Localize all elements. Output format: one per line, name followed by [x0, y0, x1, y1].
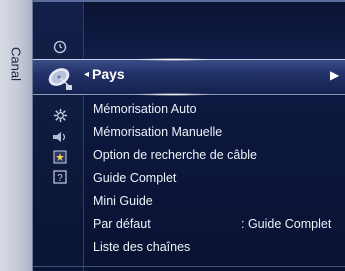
menu-item-selected[interactable]: [33, 58, 345, 96]
menu-item-value: : Guide Complet: [241, 217, 332, 231]
menu-item-label: Guide Complet: [93, 171, 177, 185]
speaker-icon[interactable]: [51, 128, 69, 146]
menu-item[interactable]: Par défaut : Guide Complet: [93, 213, 343, 235]
menu-item-label: Liste des chaînes: [93, 240, 191, 254]
menu-item[interactable]: Guide Complet: [93, 167, 176, 189]
highlight-glow: [133, 58, 213, 61]
menu-item[interactable]: Mémorisation Auto: [93, 98, 197, 120]
gear-icon[interactable]: [51, 106, 69, 124]
clock-icon[interactable]: [51, 38, 69, 56]
menu-item[interactable]: Option de recherche de câble: [93, 144, 257, 166]
help-icon[interactable]: ?: [51, 168, 69, 186]
menu-item-label: Par défaut: [93, 217, 151, 231]
category-tab-label: Canal: [8, 47, 24, 81]
icon-column: ?: [33, 0, 84, 271]
bottom-divider: [33, 266, 345, 267]
top-divider: [33, 0, 345, 2]
picture-icon[interactable]: [51, 148, 69, 166]
menu-list: Mémorisation Auto Mémorisation Manuelle …: [84, 96, 345, 271]
menu-item-label: Option de recherche de câble: [93, 148, 257, 162]
satellite-dish-icon: [44, 61, 76, 93]
menu-item-label: Mini Guide: [93, 194, 153, 208]
menu-item[interactable]: Mini Guide: [93, 190, 153, 212]
left-arrow-icon: ◂: [84, 69, 90, 80]
svg-text:?: ?: [57, 173, 63, 184]
tv-menu-screen: Canal ? ◂ Pays ▶ Mémorisation Auto Mémor…: [0, 0, 345, 271]
menu-item[interactable]: Liste des chaînes: [93, 236, 190, 258]
right-arrow-icon[interactable]: ▶: [330, 68, 339, 82]
menu-item-label-selected: Pays: [92, 66, 125, 82]
menu-item[interactable]: Mémorisation Manuelle: [93, 121, 222, 143]
menu-item-label: Mémorisation Manuelle: [93, 125, 223, 139]
top-area: [84, 0, 345, 60]
menu-item-label: Mémorisation Auto: [93, 102, 197, 116]
category-tab[interactable]: Canal: [0, 0, 33, 271]
